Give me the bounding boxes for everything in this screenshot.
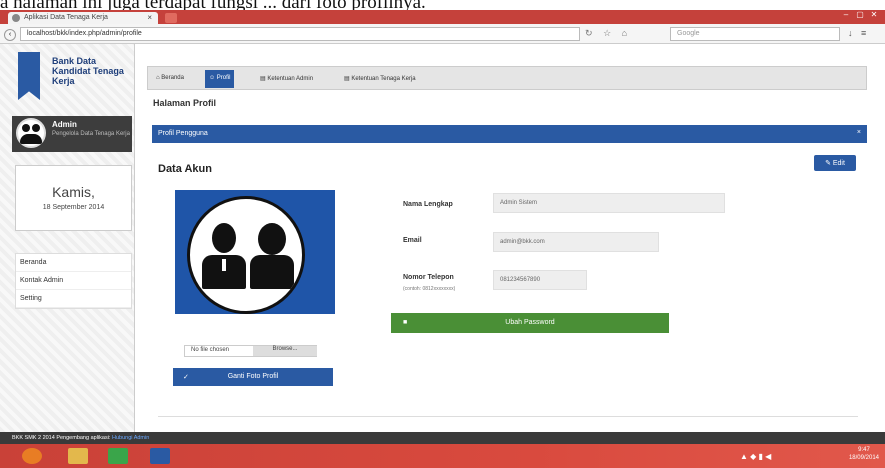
upload-label: Ganti Foto Profil: [227, 373, 279, 380]
search-input[interactable]: Google: [670, 27, 840, 41]
tab-profil[interactable]: ☺ Profil: [205, 70, 235, 88]
tray-icons: ▲ ◆ ▮ ◀: [740, 452, 772, 461]
profile-photo: [175, 190, 335, 314]
day-label: Kamis,: [52, 184, 95, 200]
tab-ketentuan-admin[interactable]: ▤ Ketentuan Admin: [256, 70, 317, 88]
upload-photo-button[interactable]: ✓ Ganti Foto Profil: [173, 368, 333, 386]
firefox-icon[interactable]: [22, 448, 42, 464]
clock-time: 9:47: [858, 447, 870, 453]
toolbar-icons: ↓ ≡: [848, 28, 872, 38]
address-bar-row: ‹ localhost/bkk/index.php/admin/profile …: [0, 24, 885, 44]
file-input[interactable]: No file chosen Browse...: [184, 345, 317, 357]
browser-tab[interactable]: Aplikasi Data Tenaga Kerja ×: [8, 12, 158, 24]
phone-field[interactable]: 081234567890: [493, 270, 587, 290]
word-icon[interactable]: [150, 448, 170, 464]
admin-subtitle: Pengelola Data Tenaga Kerja: [52, 131, 130, 137]
name-field[interactable]: Admin Sistem: [493, 193, 725, 213]
divider: [158, 416, 858, 417]
users-icon: [187, 196, 305, 314]
tab-bar: [147, 66, 867, 90]
panel-close-icon[interactable]: ×: [857, 129, 861, 136]
tab-ketentuan-tenaga-kerja[interactable]: ▤ Ketentuan Tenaga Kerja: [340, 70, 420, 88]
minimize-button[interactable]: –: [839, 10, 853, 19]
footer-text: BKK SMK 2 2014 Pengembang aplikasi:: [12, 435, 112, 441]
tab-label: Ketentuan Tenaga Kerja: [351, 76, 416, 82]
maximize-button[interactable]: ▢: [853, 10, 867, 19]
sidebar-item-kontak-admin[interactable]: Kontak Admin: [16, 272, 131, 290]
folder-icon[interactable]: [68, 448, 88, 464]
sidebar-item-beranda[interactable]: Beranda: [16, 254, 131, 272]
avatar: [16, 118, 46, 148]
panel-title: Profil Pengguna: [158, 130, 208, 137]
clock-date: 18/09/2014: [848, 455, 879, 461]
date-box: Kamis, 18 September 2014: [15, 165, 132, 231]
favicon-icon: [12, 14, 20, 22]
tab-label: Profil: [216, 75, 231, 81]
page-title: Halaman Profil: [153, 98, 217, 108]
date-label: 18 September 2014: [42, 204, 105, 211]
app-icon[interactable]: [108, 448, 128, 464]
window-controls: – ▢ ✕: [839, 10, 881, 19]
sidebar-menu: Beranda Kontak Admin Setting: [15, 253, 132, 309]
clock[interactable]: 9:47 18/09/2014: [849, 446, 879, 462]
back-icon[interactable]: ‹: [4, 29, 16, 41]
phone-hint: (contoh: 0812xxxxxxxx): [403, 286, 456, 292]
star-icon[interactable]: ☆: [603, 28, 611, 38]
sidebar: [0, 44, 135, 432]
field-label-email: Email: [403, 237, 422, 244]
lock-icon: ■: [403, 319, 408, 326]
download-icon[interactable]: ↓: [848, 28, 853, 38]
nav-icons: ↻ ☆ ⌂: [585, 28, 635, 39]
home-icon[interactable]: ⌂: [622, 28, 627, 38]
sidebar-item-setting[interactable]: Setting: [16, 290, 131, 308]
url-input[interactable]: localhost/bkk/index.php/admin/profile: [20, 27, 580, 41]
check-icon: ✓: [183, 374, 189, 381]
reload-icon[interactable]: ↻: [585, 28, 593, 38]
footer-link[interactable]: Hubungi Admin: [112, 435, 149, 441]
tab-beranda[interactable]: ⌂ Beranda: [152, 70, 188, 88]
change-password-button[interactable]: ■ Ubah Password: [391, 313, 669, 333]
password-label: Ubah Password: [505, 319, 555, 326]
field-label-name: Nama Lengkap: [403, 201, 453, 208]
edit-button[interactable]: ✎ Edit: [814, 155, 856, 171]
tab-label: Beranda: [161, 75, 184, 81]
tab-close-icon[interactable]: ×: [147, 13, 152, 22]
file-input-text: No file chosen: [191, 347, 230, 353]
section-title: Data Akun: [158, 163, 212, 175]
tab-title: Aplikasi Data Tenaga Kerja: [24, 14, 108, 21]
menu-icon[interactable]: ≡: [861, 28, 866, 38]
panel-header: Profil Pengguna ×: [152, 125, 867, 143]
admin-name: Admin: [52, 120, 77, 129]
email-field[interactable]: admin@bkk.com: [493, 232, 659, 252]
field-label-phone: Nomor Telepon: [403, 274, 454, 281]
logo-text: Bank Data Kandidat Tenaga Kerja: [52, 56, 124, 86]
new-tab-button[interactable]: [165, 13, 177, 23]
close-window-button[interactable]: ✕: [867, 10, 881, 19]
browse-button[interactable]: Browse...: [253, 346, 317, 356]
tab-label: Ketentuan Admin: [267, 76, 314, 82]
footer: BKK SMK 2 2014 Pengembang aplikasi: Hubu…: [0, 432, 885, 444]
